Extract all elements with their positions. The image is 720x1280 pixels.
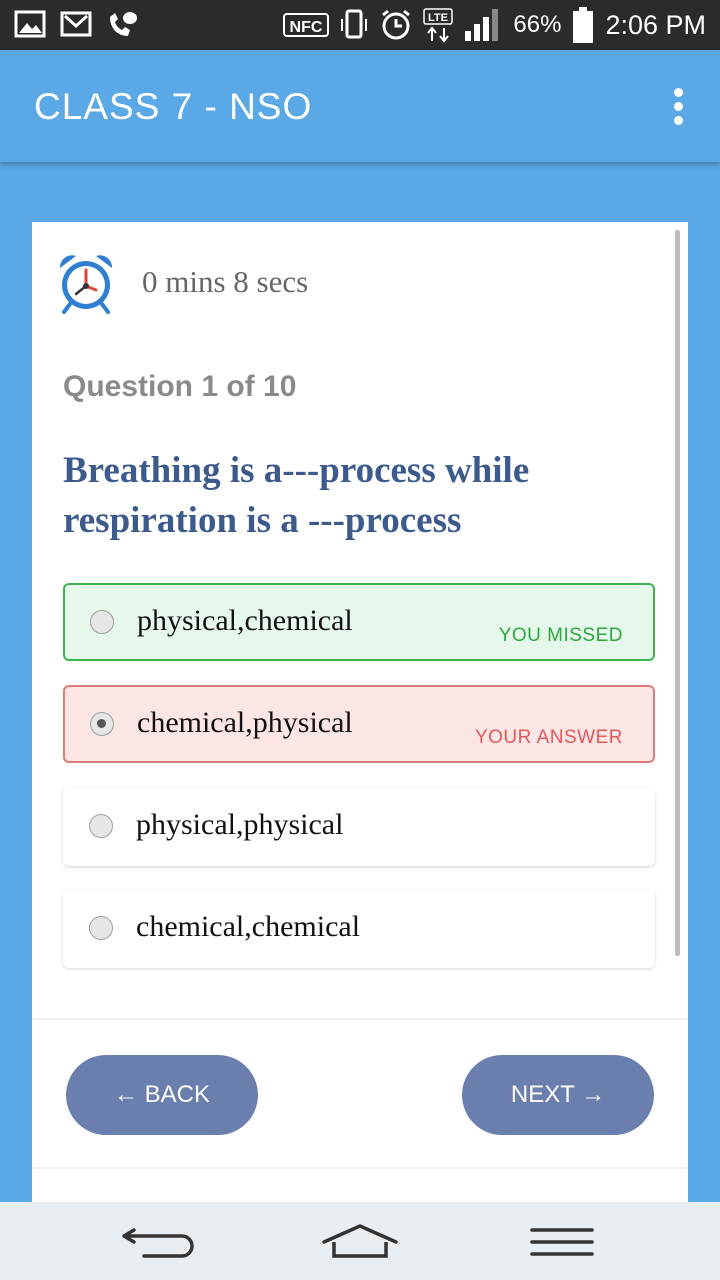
next-button[interactable]: NEXT → [462, 1055, 654, 1135]
gmail-icon [60, 11, 92, 37]
gallery-icon [14, 10, 46, 38]
lte-icon: LTE [423, 8, 454, 43]
status-bar: NFC LTE 66% 2:06 PM [0, 0, 720, 50]
option-label: physical,chemical [137, 604, 353, 637]
option-label: chemical,physical [137, 706, 353, 739]
you-missed-tag: YOU MISSED [498, 625, 623, 646]
signal-icon [465, 9, 499, 41]
alarm-status-icon [382, 9, 411, 40]
option-1[interactable]: physical,chemical YOU MISSED [63, 583, 655, 661]
question-text: Breathing is a---process while respirati… [63, 450, 530, 541]
vibrate-icon [341, 9, 368, 39]
app-bar: CLASS 7 - NSO [0, 50, 720, 162]
battery-percent: 66% [513, 11, 562, 38]
missed-call-icon [110, 12, 137, 36]
overflow-menu-icon[interactable] [666, 88, 690, 126]
app-title: CLASS 7 - NSO [34, 86, 313, 127]
menu-nav-icon[interactable] [522, 1220, 602, 1264]
nfc-icon: NFC [283, 13, 330, 37]
back-nav-icon[interactable] [118, 1220, 198, 1264]
your-answer-tag: YOUR ANSWER [474, 727, 623, 748]
scrollbar[interactable] [675, 230, 680, 956]
option-label: chemical,chemical [136, 910, 361, 943]
radio-button[interactable] [89, 814, 113, 838]
back-button[interactable]: ← BACK [66, 1055, 258, 1135]
radio-button[interactable] [90, 610, 114, 634]
clock: 2:06 PM [605, 9, 706, 40]
system-nav-bar [0, 1202, 720, 1280]
lte-label: LTE [428, 12, 448, 24]
home-nav-icon[interactable] [320, 1220, 400, 1264]
option-label: physical,physical [136, 808, 344, 841]
battery-icon [573, 7, 594, 43]
radio-button-checked[interactable] [90, 712, 114, 736]
timer-text: 0 mins 8 secs [142, 264, 309, 299]
question-counter: Question 1 of 10 [63, 370, 297, 403]
divider [32, 1167, 688, 1169]
option-3[interactable]: physical,physical [63, 788, 655, 866]
divider [32, 1018, 688, 1020]
radio-button[interactable] [89, 916, 113, 940]
option-2[interactable]: chemical,physical YOUR ANSWER [63, 685, 655, 763]
alarm-clock-icon [59, 255, 113, 314]
option-4[interactable]: chemical,chemical [63, 890, 655, 968]
nfc-label: NFC [290, 19, 323, 36]
